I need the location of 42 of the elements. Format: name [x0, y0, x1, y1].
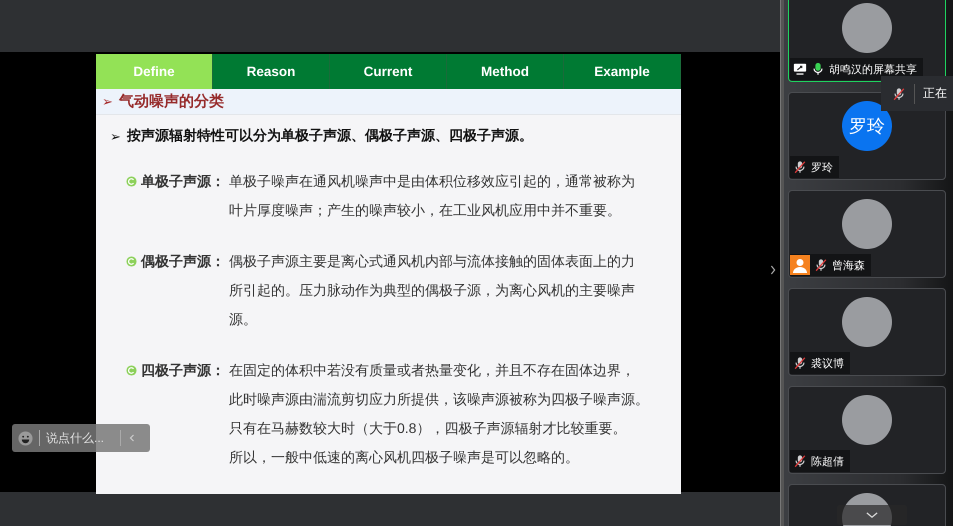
- avatar-placeholder: [842, 395, 892, 445]
- participant-name: 曾海森: [832, 258, 865, 272]
- list-bullet-icon: [126, 176, 137, 187]
- initials-avatar: 罗玲: [842, 101, 892, 151]
- arrow-bullet-icon: ➢: [102, 94, 113, 109]
- participant-name: 裘议博: [811, 356, 844, 370]
- list-bullet-icon: [126, 365, 137, 376]
- expand-chevron-icon[interactable]: [769, 264, 777, 276]
- description-line: 此时噪声源由湍流剪切应力所提供，该噪声源被称为四极子噪声源。: [229, 390, 649, 409]
- description-line: 只有在马赫数较大时（大于0.8），四极子声源辐射才比较重要。: [229, 419, 626, 438]
- chevron-down-icon: [866, 512, 878, 518]
- description-line: 所引起的。压力脉动作为典型的偶极子源，为离心风机的主要噪声: [229, 281, 635, 300]
- participant-name: 罗玲: [811, 160, 833, 174]
- slide-tab[interactable]: Example: [564, 54, 681, 89]
- slide-tab[interactable]: Method: [447, 54, 564, 89]
- term-label: 偶极子声源：: [141, 252, 226, 271]
- participant-tile[interactable]: 胡鸣汉的屏幕共享: [788, 0, 946, 82]
- description-line: 源。: [229, 310, 257, 329]
- description-line: 叶片厚度噪声；产生的噪声较小，在工业风机应用中并不重要。: [229, 201, 621, 220]
- avatar-placeholder: [842, 199, 892, 249]
- arrow-bullet-icon: ➢: [110, 128, 121, 144]
- avatar-placeholder: [842, 297, 892, 347]
- smiley-icon[interactable]: [18, 430, 33, 446]
- participant-name: 陈超倩: [811, 454, 844, 468]
- slide-tab[interactable]: Reason: [213, 54, 330, 89]
- slide-tab[interactable]: Current: [330, 54, 447, 89]
- participant-tile[interactable]: 陈超倩: [788, 386, 946, 474]
- panel-divider-handle[interactable]: [780, 0, 784, 526]
- intro-text: 按声源辐射特性可以分为单极子声源、偶极子声源、四极子声源。: [127, 127, 533, 145]
- participant-tile[interactable]: 裘议博: [788, 288, 946, 376]
- description-line: 在固定的体积中若没有质量或者热量变化，并且不存在固体边界，: [229, 361, 635, 380]
- chat-input[interactable]: 说点什么...: [46, 431, 114, 445]
- avatar-placeholder: [842, 3, 892, 53]
- description-line: 偶极子声源主要是离心式通风机内部与流体接触的固体表面上的力: [229, 252, 635, 271]
- description-line: 所以，一般中低速的离心风机四极子噪声是可以忽略的。: [229, 448, 579, 467]
- participant-name: 胡鸣汉的屏幕共享: [829, 62, 917, 76]
- description-line: 单极子噪声在通风机噪声中是由体积位移效应引起的，通常被称为: [229, 172, 635, 191]
- slide-heading: 气动噪声的分类: [119, 92, 224, 111]
- term-label: 单极子声源：: [141, 172, 226, 191]
- participant-tile[interactable]: 曾海森: [788, 190, 946, 278]
- list-bullet-icon: [126, 256, 137, 267]
- term-label: 四极子声源：: [141, 361, 226, 380]
